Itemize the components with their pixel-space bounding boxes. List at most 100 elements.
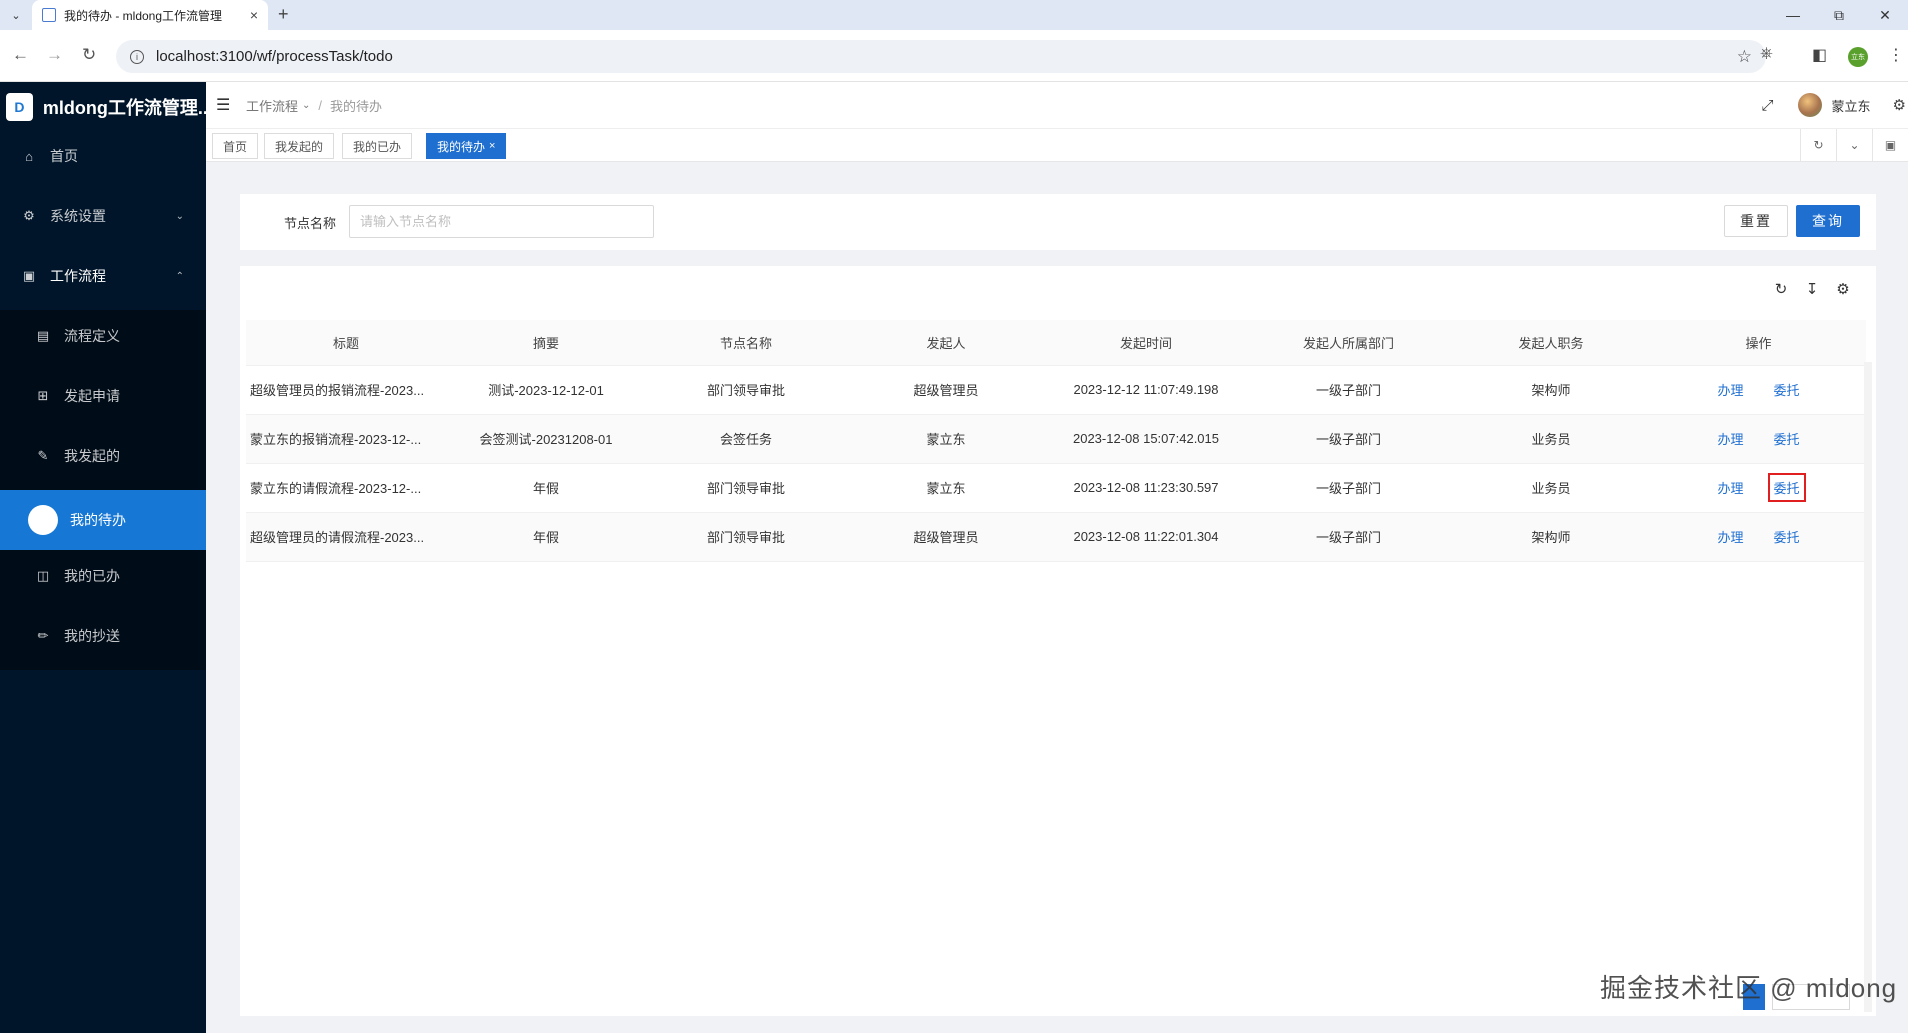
column-header: 节点名称 [646,320,846,366]
reload-icon[interactable]: ↻ [82,45,96,65]
summary-cell: 年假 [446,512,646,562]
tab-my-done[interactable]: 我的已办 [342,133,413,159]
handle-link[interactable]: 办理 [1711,522,1749,551]
edit-icon: ✏ [37,628,49,643]
initiator-cell: 蒙立东 [846,414,1046,464]
node-cell: 部门领导审批 [646,463,846,513]
browser-tabstrip: ⌄ 我的待办 - mldong工作流管理 × + — ⧉ ✕ [0,0,1908,30]
table-scrollbar[interactable] [1864,362,1872,1012]
forward-icon[interactable]: → [46,45,63,65]
breadcrumb: 工作流程 ⌄ / 我的待办 [246,96,382,115]
title-cell: 蒙立东的请假流程-2023-12-... [246,463,446,513]
chevron-down-icon[interactable]: ⌄ [302,100,310,111]
profile-avatar[interactable]: 立东 [1848,47,1868,67]
app-name: mldong工作流管理... [42,98,206,118]
tab-close-icon[interactable]: × [250,7,258,23]
handle-link[interactable]: 办理 [1711,473,1749,502]
tab-expand-icon[interactable]: ▣ [1872,129,1908,161]
delegate-link[interactable]: 委托 [1768,424,1806,453]
refresh-tab-icon[interactable]: ↻ [1800,129,1836,161]
time-cell: 2023-12-08 11:22:01.304 [1046,512,1246,562]
column-header: 标题 [246,320,446,366]
breadcrumb-current: 我的待办 [330,98,383,114]
sidebar-item-system-settings[interactable]: ⚙ 系统设置 ⌄ [0,190,206,242]
sidebar-item-label: 我的已办 [64,568,120,584]
back-icon[interactable]: ← [12,45,29,65]
bookmark-star-icon[interactable]: ☆ [1737,47,1752,67]
sidebar-item-my-todo[interactable]: 我的待办 [0,490,206,550]
table-row: 蒙立东的报销流程-2023-12-... 会签测试-20231208-01 会签… [246,414,1866,464]
sidebar-item-home[interactable]: ⌂ 首页 [0,130,206,182]
sidebar-item-my-started[interactable]: ✎ 我发起的 [0,430,206,482]
watermark: 掘金技术社区 @ mldong [1600,973,1898,1003]
browser-tab[interactable]: 我的待办 - mldong工作流管理 × [32,0,268,30]
setting-icon[interactable]: ⚙ [1834,280,1852,298]
table-row: 超级管理员的报销流程-2023... 测试-2023-12-12-01 部门领导… [246,365,1866,415]
url-text[interactable]: localhost:3100/wf/processTask/todo [156,48,1737,65]
logo-icon: D [6,93,33,121]
column-header: 发起时间 [1046,320,1246,366]
reload-icon[interactable]: ↻ [1772,280,1790,298]
address-bar[interactable]: i localhost:3100/wf/processTask/todo ☆ [116,40,1766,73]
new-tab-button[interactable]: + [278,4,289,25]
extensions-icon[interactable]: ⎈ [1760,45,1773,63]
time-cell: 2023-12-08 11:23:30.597 [1046,463,1246,513]
sidebar-item-start-request[interactable]: ⊞ 发起申请 [0,370,206,422]
sidebar-item-label: 我的抄送 [64,628,120,644]
column-header: 操作 [1651,320,1866,366]
tab-search-chevron-icon[interactable]: ⌄ [6,5,26,25]
dept-cell: 一级子部门 [1246,512,1451,562]
sidebar-item-my-done[interactable]: ◫ 我的已办 [0,550,206,602]
tab-dropdown-icon[interactable]: ⌄ [1836,129,1872,161]
username[interactable]: 蒙立东 [1832,96,1871,115]
sidebar-item-process-definition[interactable]: ▤ 流程定义 [0,310,206,362]
position-cell: 架构师 [1451,365,1651,415]
side-panel-icon[interactable]: ◧ [1812,45,1827,65]
browser-menu-icon[interactable]: ⋮ [1888,45,1904,65]
minimize-icon[interactable]: — [1770,0,1816,30]
avatar[interactable] [1797,93,1822,117]
initiator-cell: 蒙立东 [846,463,1046,513]
breadcrumb-parent[interactable]: 工作流程 [246,96,298,115]
node-name-input[interactable] [349,205,654,238]
tab-home[interactable]: 首页 [212,133,259,159]
restore-icon[interactable]: ⧉ [1816,0,1862,30]
book-icon: ◫ [36,568,50,583]
column-header: 发起人 [846,320,1046,366]
tab-tools: ↻ ⌄ ▣ [1800,129,1908,161]
fullscreen-icon[interactable]: ⤢ [1762,97,1774,114]
settings-icon[interactable]: ⚙ [1893,96,1906,114]
chevron-up-icon: ⌃ [175,270,184,282]
sidebar-item-label: 系统设置 [50,208,106,224]
close-window-icon[interactable]: ✕ [1862,0,1908,30]
page-tabs-bar: 首页 我发起的 我的已办 我的待办 × ↻ ⌄ ▣ [206,128,1908,162]
sidebar-item-workflow[interactable]: ▣ 工作流程 ⌃ [0,250,206,302]
node-cell: 部门领导审批 [646,512,846,562]
node-cell: 会签任务 [646,414,846,464]
search-form: 节点名称 重置 查询 [240,194,1876,250]
menu-fold-icon[interactable]: ☰ [216,95,232,115]
delegate-link[interactable]: 委托 [1768,522,1806,551]
summary-cell: 会签测试-20231208-01 [446,414,646,464]
handle-link[interactable]: 办理 [1711,424,1749,453]
app-logo[interactable]: D mldong工作流管理... [0,82,206,132]
tab-my-started[interactable]: 我发起的 [264,133,335,159]
table-toolbar: ↻ ↧ ⚙ [1759,280,1852,298]
tab-my-todo[interactable]: 我的待办 × [426,133,507,159]
delegate-link[interactable]: 委托 [1768,375,1806,404]
column-height-icon[interactable]: ↧ [1803,280,1821,298]
table-row: 蒙立东的请假流程-2023-12-... 年假 部门领导审批 蒙立东 2023-… [246,463,1866,513]
gear-icon: ⚙ [23,208,35,223]
site-info-icon[interactable]: i [130,49,144,64]
sidebar-item-my-cc[interactable]: ✏ 我的抄送 [0,610,206,662]
delegate-link-highlighted[interactable]: 委托 [1767,473,1806,502]
handle-link[interactable]: 办理 [1711,375,1749,404]
table-card: ↻ ↧ ⚙ 标题 摘要 节点名称 发起人 发起时间 发起人所属部门 发起人职务 … [240,266,1876,1016]
sidebar-item-label: 发起申请 [64,388,120,404]
summary-cell: 测试-2023-12-12-01 [446,365,646,415]
page-favicon-icon [42,8,56,22]
close-icon[interactable]: × [489,140,495,152]
reset-button[interactable]: 重置 [1724,205,1788,237]
time-cell: 2023-12-12 11:07:49.198 [1046,365,1246,415]
query-button[interactable]: 查询 [1796,205,1860,237]
